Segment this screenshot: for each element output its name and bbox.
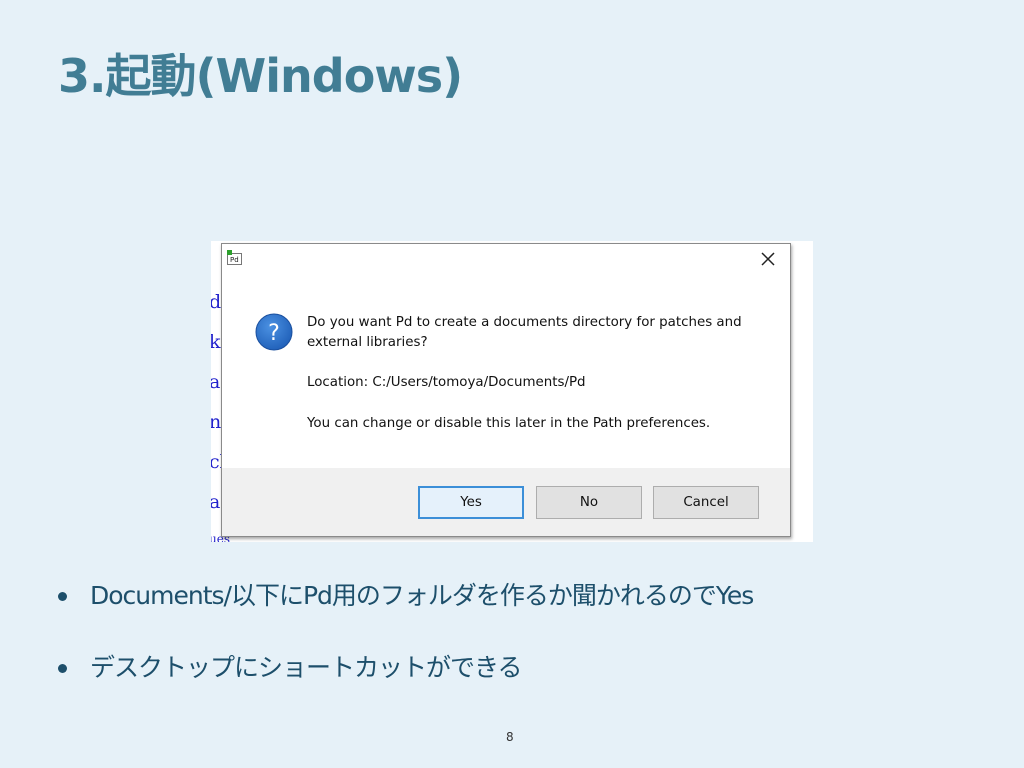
pd-app-icon: Pd — [227, 250, 243, 266]
slide-title: 3.起動(Windows) — [58, 49, 463, 103]
location-line: Location: C:/Users/tomoya/Documents/Pd — [307, 375, 586, 390]
close-button[interactable] — [756, 248, 780, 270]
bullet-item: Documents/以下にPd用のフォルダを作るか聞かれるのでYes — [58, 578, 754, 614]
message-line: Do you want Pd to create a documents dir… — [307, 315, 742, 330]
bullet-text: Documents/以下にPd用のフォルダを作るか聞かれるのでYes — [90, 581, 754, 610]
bullet-text: デスクトップにショートカットができる — [90, 653, 523, 682]
note-line: You can change or disable this later in … — [307, 416, 711, 431]
dialog-titlebar: Pd — [222, 244, 790, 276]
cancel-button[interactable]: Cancel — [653, 486, 759, 519]
bullet-dot — [58, 592, 67, 601]
pd-app-icon-label: Pd — [230, 256, 239, 264]
yes-button[interactable]: Yes — [418, 486, 524, 519]
pd-dialog: Pd ? Do you want Pd to create a document… — [221, 243, 791, 537]
question-icon: ? — [255, 313, 293, 351]
message-line: external libraries? — [307, 335, 428, 350]
bullet-item: デスクトップにショートカットができる — [58, 650, 753, 686]
cancel-button-label: Cancel — [683, 495, 729, 510]
close-icon — [761, 252, 775, 266]
no-button-label: No — [579, 495, 599, 510]
dialog-button-bar: Yes No Cancel — [222, 468, 790, 536]
no-button[interactable]: No — [536, 486, 642, 519]
yes-button-label: Yes — [460, 495, 482, 510]
svg-text:?: ? — [268, 321, 280, 346]
dialog-message: Do you want Pd to create a documents dir… — [307, 313, 777, 434]
bullet-list: Documents/以下にPd用のフォルダを作るか聞かれるのでYes デスクトッ… — [58, 578, 754, 686]
page-number: 8 — [506, 730, 514, 744]
dialog-screenshot: de ke ar nc cl ar ues Pd — [211, 241, 813, 542]
bullet-dot — [58, 664, 67, 673]
